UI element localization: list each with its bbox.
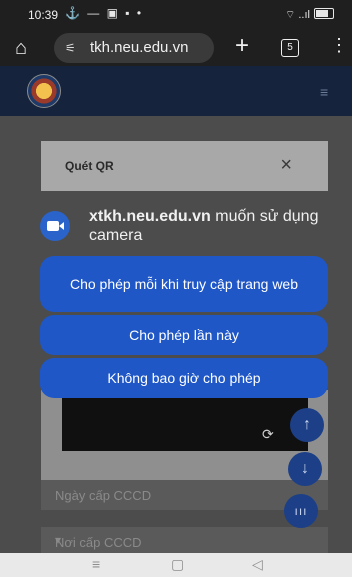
close-icon[interactable]: × <box>280 154 292 177</box>
signal-icons: ⌔ ..ıl <box>285 7 334 22</box>
notification-icons: ⚓ — ▣ ▪ • <box>65 6 144 20</box>
allow-every-visit-button[interactable]: Cho phép mỗi khi truy cập trang web <box>40 256 328 312</box>
camera-icon <box>40 211 70 241</box>
permission-message: xtkh.neu.edu.vn muốn sử dụng camera <box>89 207 327 245</box>
permission-site: xtkh.neu.edu.vn <box>89 208 211 225</box>
battery-icon <box>314 8 334 19</box>
hamburger-icon[interactable]: ≡ <box>320 84 328 100</box>
never-allow-button[interactable]: Không bao giờ cho phép <box>40 358 328 398</box>
scroll-up-button[interactable]: ↑ <box>290 408 324 442</box>
qr-dialog-title: Quét QR <box>65 159 114 173</box>
tune-icon[interactable]: ⚟ <box>65 33 76 63</box>
back-nav-icon[interactable]: ◁ <box>252 556 263 573</box>
switch-camera-icon[interactable]: ⟳ <box>262 426 274 443</box>
menu-nav-icon[interactable]: ≡ <box>92 556 100 572</box>
home-nav-icon[interactable]: ▢ <box>171 556 184 573</box>
system-nav-bar: ≡ ▢ ◁ <box>0 553 352 577</box>
scroll-down-button[interactable]: ↓ <box>288 452 322 486</box>
sort-button[interactable]: ııı <box>284 494 318 528</box>
wifi-signal-icon: ⌔ ..ıl <box>284 9 310 21</box>
site-logo <box>27 74 61 108</box>
address-bar[interactable]: ⚟ tkh.neu.edu.vn <box>54 33 214 63</box>
home-icon[interactable]: ⌂ <box>15 37 37 59</box>
camera-permission-prompt: xtkh.neu.edu.vn muốn sử dụng camera Cho … <box>25 190 330 398</box>
status-time: 10:39 <box>28 8 59 22</box>
qr-dialog-header: Quét QR × <box>41 141 328 191</box>
kebab-menu-icon[interactable]: ⋮ <box>330 35 348 56</box>
plus-icon[interactable]: + <box>235 32 249 60</box>
allow-once-button[interactable]: Cho phép lần này <box>40 315 328 355</box>
chevron-down-icon: ▾ <box>55 533 62 547</box>
tabs-icon[interactable]: 5 <box>281 39 299 57</box>
site-header: ≡ <box>0 66 352 116</box>
issue-date-placeholder: Ngày cấp CCCD <box>55 488 152 503</box>
status-bar: 10:39 ⚓ — ▣ ▪ • ⌔ ..ıl <box>0 0 352 30</box>
browser-toolbar: ⌂ ⚟ tkh.neu.edu.vn + 5 ⋮ <box>0 30 352 66</box>
url-text: tkh.neu.edu.vn <box>90 39 189 56</box>
